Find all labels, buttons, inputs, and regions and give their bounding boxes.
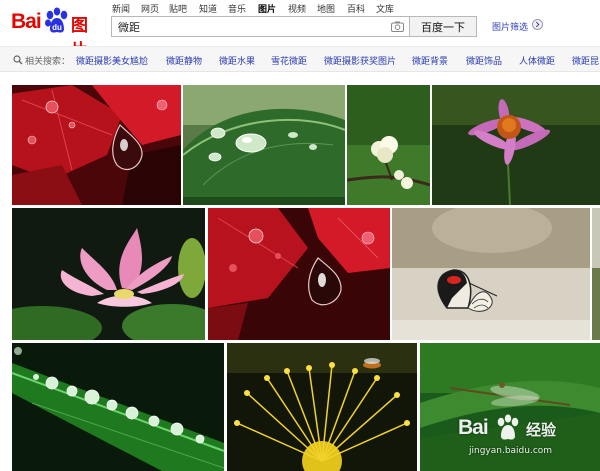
image-butterfly[interactable] [392,208,590,340]
related-searches-label: 相关搜索： [25,57,71,67]
related-item[interactable]: 微距饰品 [466,54,502,67]
watermark-url: jingyan.baidu.com [469,446,553,456]
image-white-blossom[interactable] [347,85,430,205]
nav-item-zhidao[interactable]: 知道 [199,2,217,15]
baidu-images-logo[interactable]: Bai du 图片 [11,6,103,61]
chevron-right-icon[interactable] [532,19,543,30]
svg-text:du: du [52,23,62,32]
related-item[interactable]: 微距摄影美女尴尬 [76,54,148,67]
header: Bai du 图片 新闻 网页 贴吧 知道 音乐 图片 视频 地图 百科 文库 … [0,0,600,61]
image-yellow-stamens-hoverfly[interactable] [227,343,417,471]
image-green-leaf-water-drops[interactable] [183,85,345,205]
image-purple-coneflower[interactable] [432,85,600,205]
related-item[interactable]: 微距摄影获奖图片 [324,54,396,67]
nav-item-web[interactable]: 网页 [141,2,159,15]
watermark-brand: Bai [458,416,489,439]
nav-item-baike[interactable]: 百科 [347,2,365,15]
nav-item-images[interactable]: 图片 [258,2,276,15]
related-item[interactable]: 微距昆 [572,54,599,67]
search-box [111,16,409,37]
nav-item-wenku[interactable]: 文库 [376,2,394,15]
search-input[interactable] [118,20,378,33]
image-pink-lotus[interactable] [12,208,205,340]
related-item[interactable]: 人体微距 [519,54,555,67]
related-item[interactable]: 微距水果 [219,54,255,67]
camera-icon[interactable] [391,21,404,32]
baidu-jingyan-watermark: Bai 经验 [458,414,558,444]
watermark-suffix: 经验 [526,421,557,439]
image-green-grass-dew[interactable] [12,343,224,471]
nav-item-music[interactable]: 音乐 [228,2,246,15]
related-searches-bar: 相关搜索： 微距摄影美女尴尬 微距静物 微距水果 雪花微距 微距摄影获奖图片 微… [0,46,600,72]
related-item[interactable]: 雪花微距 [271,54,307,67]
image-red-leaf-water-drop[interactable] [12,85,181,205]
image-red-leaf-water-drop-2[interactable] [208,208,390,340]
search-button[interactable]: 百度一下 [409,16,477,37]
image-filter-link[interactable]: 图片筛选 [492,20,528,33]
paw-icon [497,414,519,440]
paw-icon: du [45,7,68,33]
related-item[interactable]: 微距静物 [166,54,202,67]
nav-item-news[interactable]: 新闻 [112,2,130,15]
related-item[interactable]: 微距背景 [412,54,448,67]
nav-item-tieba[interactable]: 贴吧 [169,2,187,15]
nav-item-map[interactable]: 地图 [317,2,335,15]
search-icon [13,55,23,65]
image-leaf-edge[interactable] [592,208,600,340]
nav-item-video[interactable]: 视频 [288,2,306,15]
logo-bai-text: Bai [11,10,42,33]
